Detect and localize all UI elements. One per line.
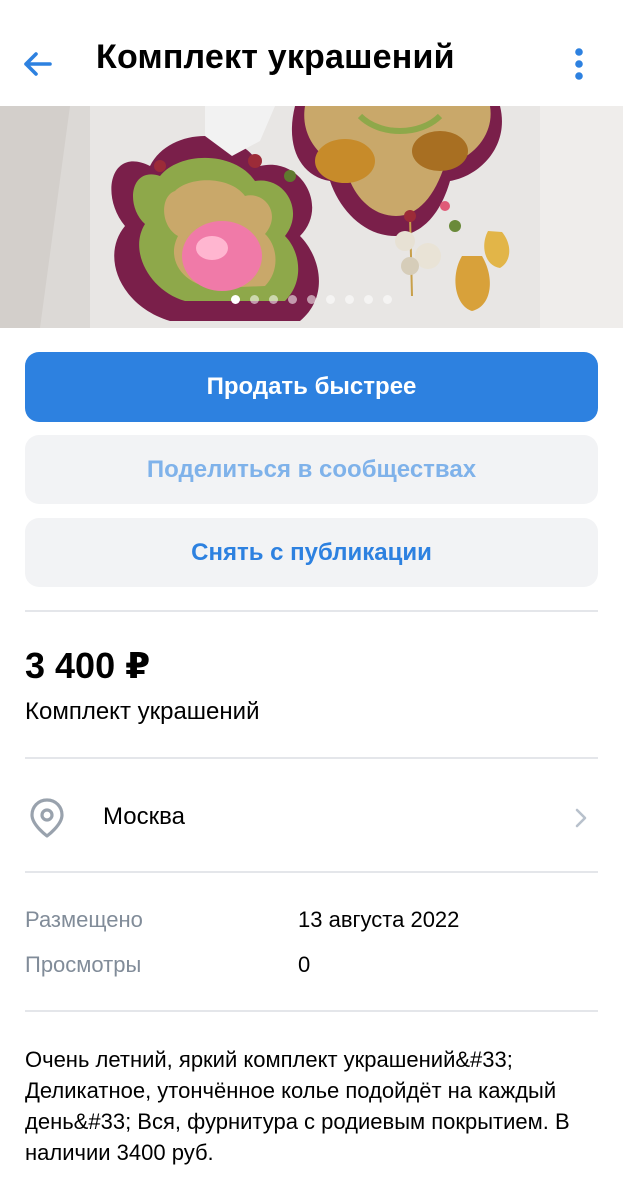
item-name: Комплект украшений [25, 698, 260, 725]
gallery-dot[interactable] [326, 295, 335, 304]
gallery-dot[interactable] [231, 295, 240, 304]
gallery-dot[interactable] [307, 295, 316, 304]
divider [25, 757, 598, 759]
location-pin-icon [30, 798, 64, 838]
location-row[interactable]: Москва [0, 773, 623, 865]
divider [25, 610, 598, 612]
app-header: Комплект украшений [0, 0, 623, 106]
gallery-dot[interactable] [250, 295, 259, 304]
back-button[interactable] [18, 44, 58, 84]
unpublish-button[interactable]: Снять с публикации [25, 518, 598, 587]
gallery-dot[interactable] [269, 295, 278, 304]
posted-label: Размещено [25, 907, 143, 932]
page-title: Комплект украшений [96, 38, 455, 76]
divider [25, 871, 598, 873]
posted-value: 13 августа 2022 [298, 907, 460, 932]
divider [25, 1010, 598, 1012]
price: 3 400 ₽ [25, 645, 151, 686]
gallery-pagination [0, 295, 623, 304]
share-communities-button[interactable]: Поделиться в сообществах [25, 435, 598, 504]
views-label: Просмотры [25, 952, 142, 977]
item-description: Очень летний, яркий комплект украшений&#… [25, 1047, 570, 1165]
gallery-dot[interactable] [288, 295, 297, 304]
sell-faster-button[interactable]: Продать быстрее [25, 352, 598, 422]
arrow-left-icon [24, 52, 52, 76]
photo-gallery[interactable] [0, 106, 623, 328]
chevron-right-icon [575, 808, 587, 828]
views-value: 0 [298, 952, 311, 977]
more-options-button[interactable] [566, 44, 592, 84]
location-city: Москва [103, 803, 185, 830]
gallery-dot[interactable] [345, 295, 354, 304]
gallery-dot[interactable] [364, 295, 373, 304]
gallery-dot[interactable] [383, 295, 392, 304]
more-vertical-icon [575, 48, 583, 80]
